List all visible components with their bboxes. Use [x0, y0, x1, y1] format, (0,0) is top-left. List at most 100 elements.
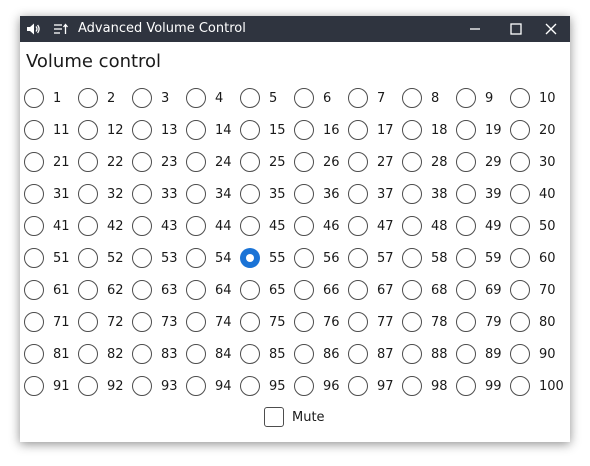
volume-radio-option[interactable]: 78	[402, 310, 456, 334]
radio-button[interactable]	[294, 184, 314, 204]
volume-radio-option[interactable]: 13	[132, 118, 186, 142]
volume-radio-option[interactable]: 25	[240, 150, 294, 174]
volume-radio-option[interactable]: 70	[510, 278, 564, 302]
radio-label[interactable]: 32	[107, 187, 124, 202]
radio-button[interactable]	[132, 312, 152, 332]
volume-radio-option[interactable]: 30	[510, 150, 564, 174]
volume-radio-option[interactable]: 8	[402, 86, 456, 110]
radio-label[interactable]: 20	[539, 123, 556, 138]
radio-button[interactable]	[510, 184, 530, 204]
radio-button[interactable]	[456, 184, 476, 204]
radio-label[interactable]: 22	[107, 155, 124, 170]
radio-button[interactable]	[348, 248, 368, 268]
volume-radio-option[interactable]: 26	[294, 150, 348, 174]
radio-button[interactable]	[456, 120, 476, 140]
volume-radio-option[interactable]: 53	[132, 246, 186, 270]
radio-button[interactable]	[510, 216, 530, 236]
radio-label[interactable]: 80	[539, 315, 556, 330]
radio-label[interactable]: 14	[215, 123, 232, 138]
volume-radio-option[interactable]: 4	[186, 86, 240, 110]
radio-button[interactable]	[456, 376, 476, 396]
volume-radio-option[interactable]: 34	[186, 182, 240, 206]
radio-label[interactable]: 15	[269, 123, 286, 138]
radio-label[interactable]: 38	[431, 187, 448, 202]
radio-button[interactable]	[78, 88, 98, 108]
radio-label[interactable]: 41	[53, 219, 70, 234]
volume-radio-option[interactable]: 49	[456, 214, 510, 238]
volume-radio-option[interactable]: 46	[294, 214, 348, 238]
radio-label[interactable]: 75	[269, 315, 286, 330]
volume-radio-option[interactable]: 68	[402, 278, 456, 302]
radio-button[interactable]	[510, 312, 530, 332]
radio-label[interactable]: 79	[485, 315, 502, 330]
radio-button[interactable]	[294, 248, 314, 268]
volume-radio-option[interactable]: 7	[348, 86, 402, 110]
volume-radio-option[interactable]: 29	[456, 150, 510, 174]
radio-button[interactable]	[402, 216, 422, 236]
radio-button[interactable]	[510, 248, 530, 268]
volume-radio-option[interactable]: 1	[24, 86, 78, 110]
radio-button[interactable]	[402, 248, 422, 268]
radio-label[interactable]: 40	[539, 187, 556, 202]
radio-label[interactable]: 96	[323, 379, 340, 394]
radio-button[interactable]	[402, 376, 422, 396]
radio-button[interactable]	[24, 216, 44, 236]
radio-button[interactable]	[24, 248, 44, 268]
radio-button[interactable]	[294, 152, 314, 172]
volume-radio-option[interactable]: 54	[186, 246, 240, 270]
radio-label[interactable]: 99	[485, 379, 502, 394]
radio-label[interactable]: 43	[161, 219, 178, 234]
radio-button[interactable]	[348, 152, 368, 172]
radio-button[interactable]	[348, 88, 368, 108]
radio-label[interactable]: 11	[53, 123, 70, 138]
radio-label[interactable]: 72	[107, 315, 124, 330]
radio-button[interactable]	[456, 280, 476, 300]
radio-button[interactable]	[402, 280, 422, 300]
radio-button[interactable]	[78, 184, 98, 204]
radio-button[interactable]	[294, 376, 314, 396]
radio-button[interactable]	[510, 152, 530, 172]
volume-radio-option[interactable]: 11	[24, 118, 78, 142]
radio-button[interactable]	[132, 344, 152, 364]
radio-label[interactable]: 3	[161, 91, 169, 106]
volume-radio-option[interactable]: 9	[456, 86, 510, 110]
radio-label[interactable]: 73	[161, 315, 178, 330]
radio-button[interactable]	[402, 88, 422, 108]
radio-label[interactable]: 56	[323, 251, 340, 266]
minimize-icon[interactable]	[458, 16, 492, 42]
mute-checkbox[interactable]	[264, 407, 284, 427]
radio-label[interactable]: 25	[269, 155, 286, 170]
radio-label[interactable]: 39	[485, 187, 502, 202]
radio-label[interactable]: 97	[377, 379, 394, 394]
radio-label[interactable]: 69	[485, 283, 502, 298]
radio-label[interactable]: 57	[377, 251, 394, 266]
volume-radio-option[interactable]: 6	[294, 86, 348, 110]
volume-radio-option[interactable]: 50	[510, 214, 564, 238]
radio-button[interactable]	[294, 312, 314, 332]
volume-radio-option[interactable]: 88	[402, 342, 456, 366]
volume-radio-option[interactable]: 2	[78, 86, 132, 110]
radio-button[interactable]	[402, 344, 422, 364]
radio-button[interactable]	[240, 344, 260, 364]
volume-radio-option[interactable]: 52	[78, 246, 132, 270]
radio-button[interactable]	[456, 152, 476, 172]
radio-label[interactable]: 13	[161, 123, 178, 138]
radio-button[interactable]	[78, 216, 98, 236]
radio-label[interactable]: 90	[539, 347, 556, 362]
radio-label[interactable]: 49	[485, 219, 502, 234]
radio-button[interactable]	[456, 248, 476, 268]
radio-label[interactable]: 71	[53, 315, 70, 330]
volume-radio-option[interactable]: 56	[294, 246, 348, 270]
volume-radio-option[interactable]: 39	[456, 182, 510, 206]
radio-button[interactable]	[186, 88, 206, 108]
radio-label[interactable]: 88	[431, 347, 448, 362]
volume-radio-option[interactable]: 41	[24, 214, 78, 238]
volume-radio-option[interactable]: 48	[402, 214, 456, 238]
radio-button[interactable]	[132, 88, 152, 108]
radio-label[interactable]: 63	[161, 283, 178, 298]
radio-label[interactable]: 58	[431, 251, 448, 266]
radio-label[interactable]: 85	[269, 347, 286, 362]
radio-label[interactable]: 91	[53, 379, 70, 394]
radio-button[interactable]	[24, 88, 44, 108]
radio-label[interactable]: 28	[431, 155, 448, 170]
